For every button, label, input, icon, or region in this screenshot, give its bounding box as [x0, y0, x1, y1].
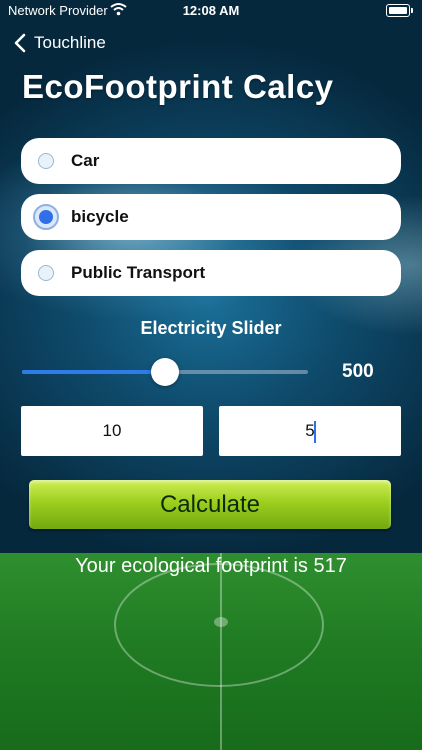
center-spot: [214, 617, 228, 627]
back-label: Touchline: [34, 33, 106, 52]
radio-option-public-transport[interactable]: Public Transport: [21, 250, 401, 296]
status-bar: Network Provider 12:08 AM: [0, 0, 422, 22]
radio-button-selected[interactable]: [33, 204, 59, 230]
first-number-field[interactable]: [21, 406, 203, 456]
clock: 12:08 AM: [182, 3, 240, 18]
electricity-slider[interactable]: [22, 358, 308, 386]
second-number-field[interactable]: [219, 406, 401, 456]
radio-option-car[interactable]: Car: [21, 138, 401, 184]
result-text: Your ecological footprint is 517: [75, 555, 347, 577]
slider-fill: [22, 370, 165, 374]
slider-title: Electricity Slider: [140, 318, 282, 338]
radio-button[interactable]: [38, 265, 54, 281]
radio-label-car: Car: [71, 151, 100, 170]
text-cursor: [314, 421, 316, 443]
radio-option-bicycle[interactable]: bicycle: [21, 194, 401, 240]
radio-label-bicycle: bicycle: [71, 207, 129, 226]
calculate-button[interactable]: Calculate: [29, 480, 391, 529]
page-title: EcoFootprint Calcy: [22, 68, 334, 105]
chevron-left-icon: [14, 33, 26, 53]
battery-icon: [386, 4, 413, 17]
slider-value: 500: [342, 361, 374, 382]
radio-button[interactable]: [38, 153, 54, 169]
radio-label-public-transport: Public Transport: [71, 263, 206, 282]
back-button[interactable]: Touchline: [12, 32, 106, 54]
slider-thumb[interactable]: [151, 358, 179, 386]
pitch-background: [0, 553, 422, 750]
